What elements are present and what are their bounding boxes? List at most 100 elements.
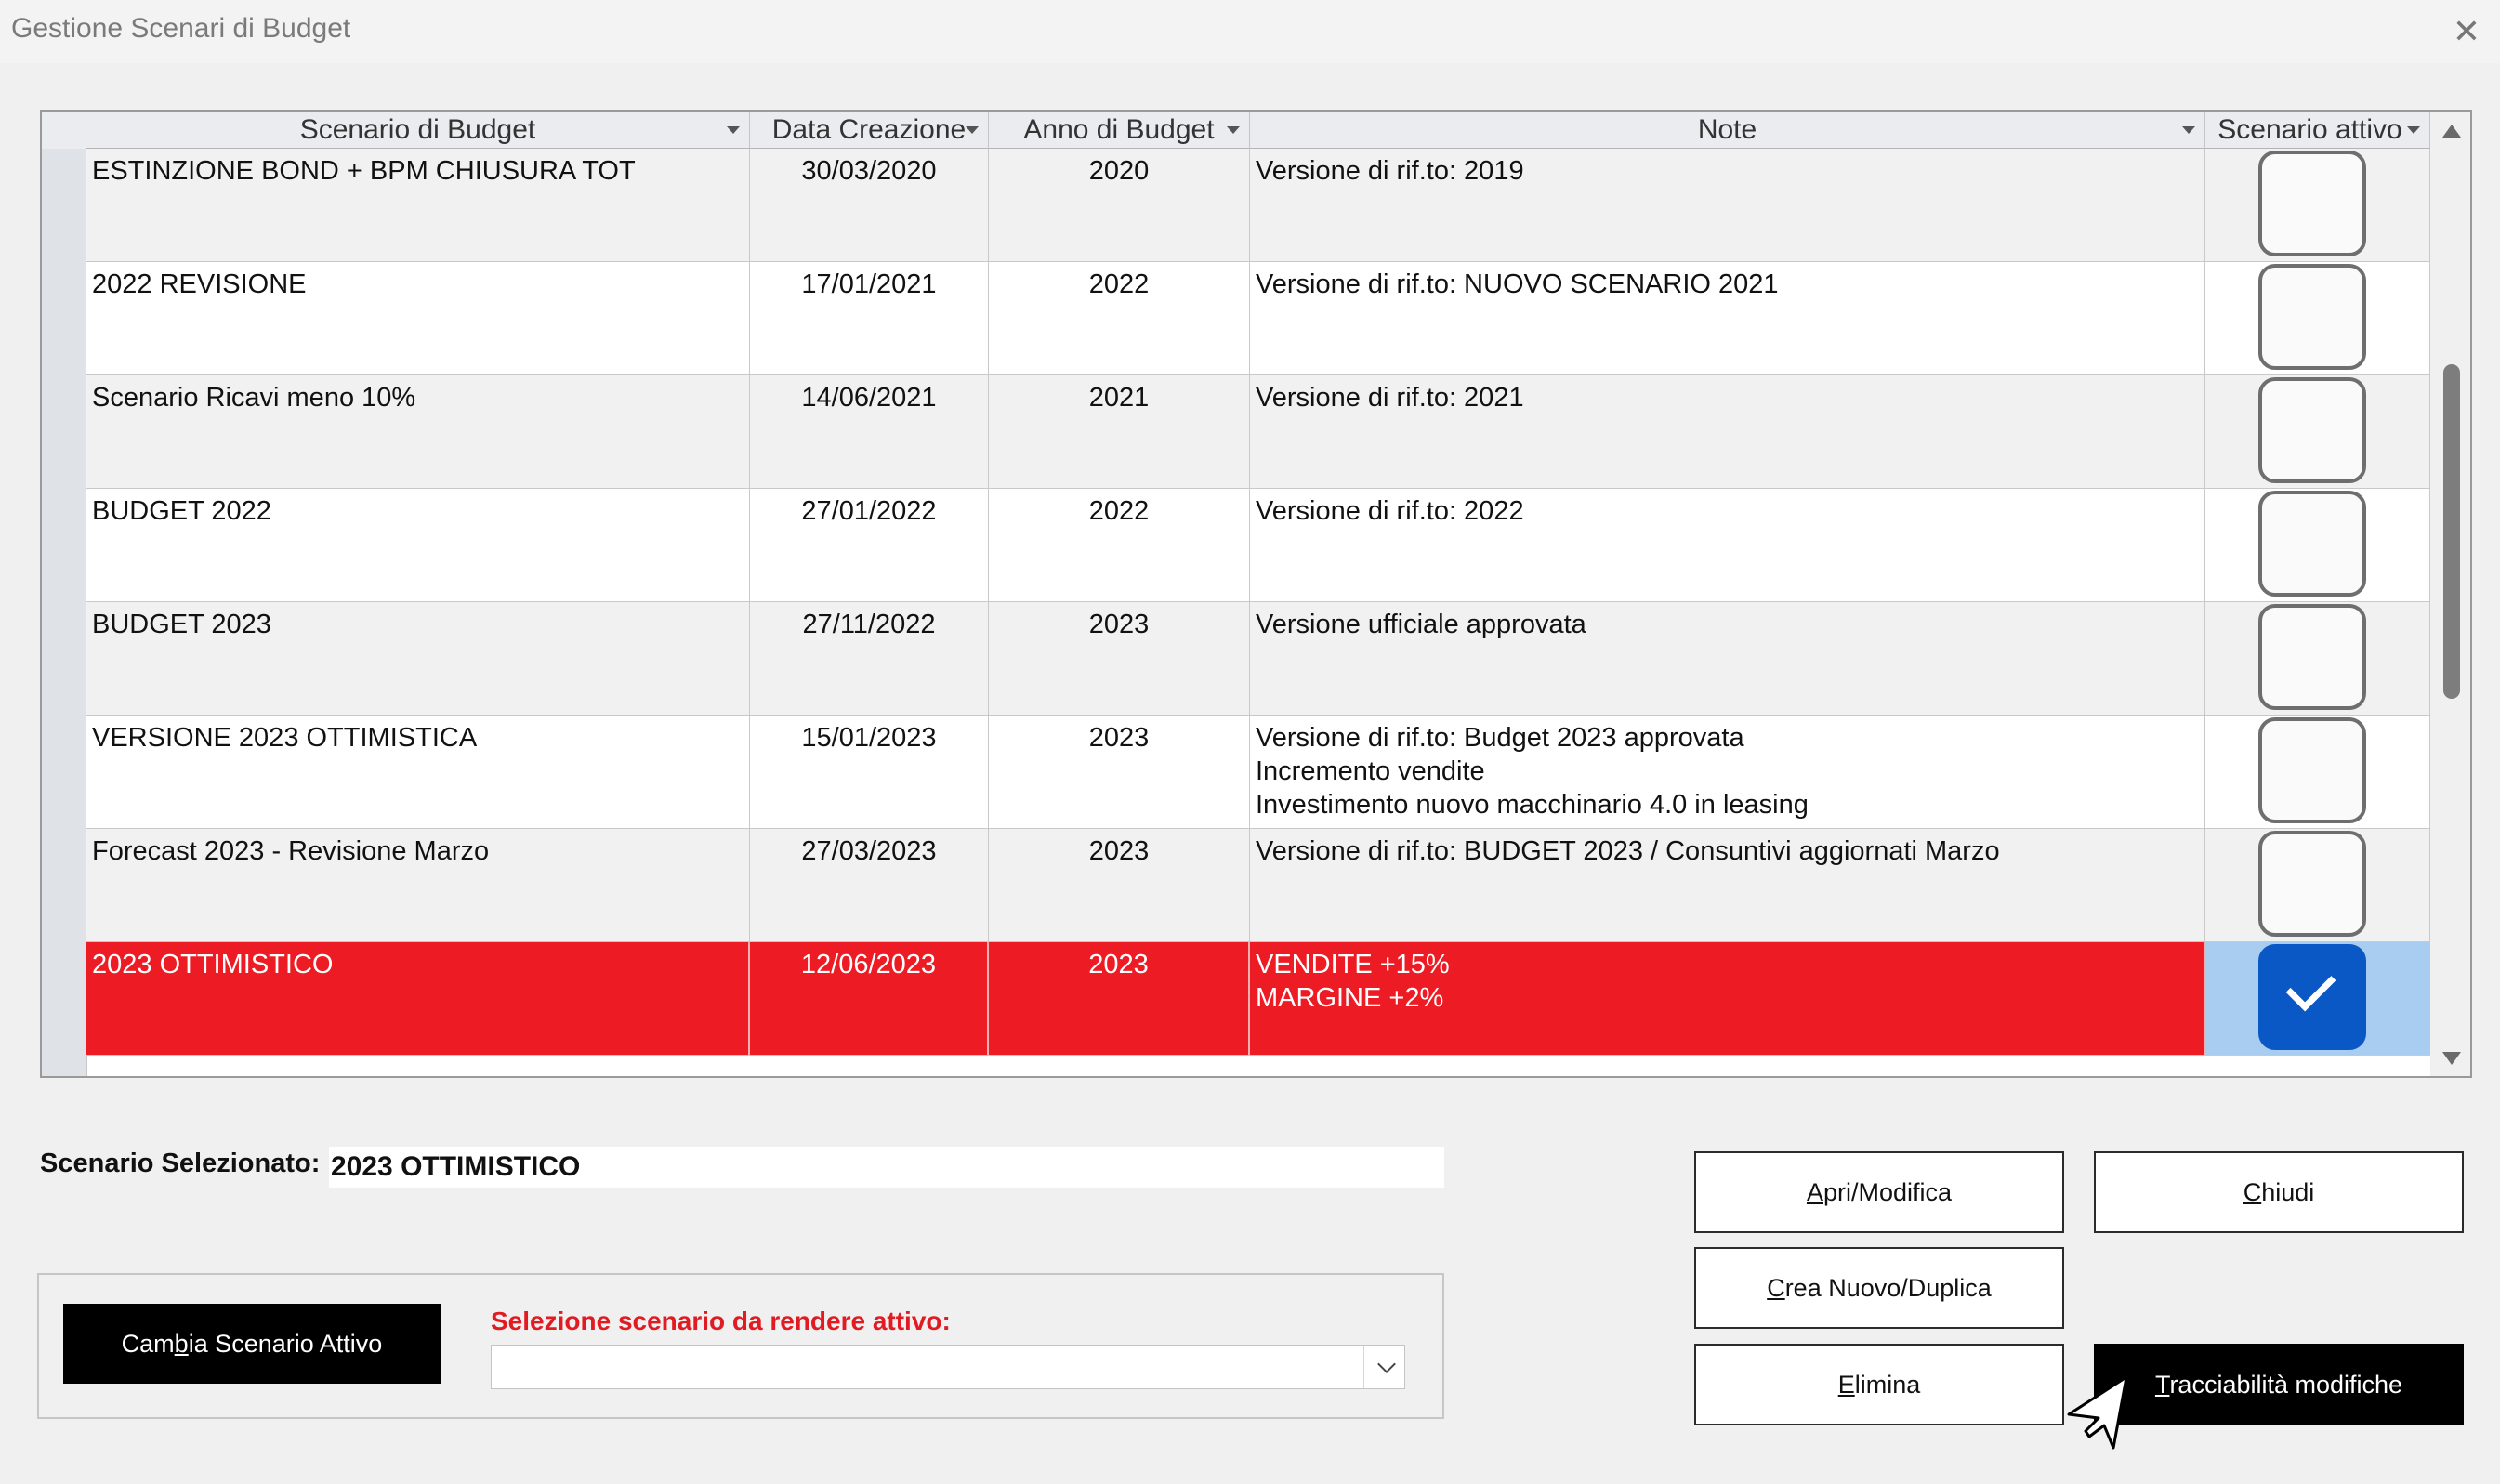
button-label-part: limina xyxy=(1854,1371,1921,1399)
vertical-scrollbar[interactable] xyxy=(2430,112,2470,1076)
column-header-scenario[interactable]: Scenario di Budget xyxy=(86,112,750,149)
cell-anno[interactable]: 2023 xyxy=(989,716,1250,828)
cell-scenario[interactable]: Forecast 2023 - Revisione Marzo xyxy=(86,829,750,941)
row-selector-column[interactable] xyxy=(42,149,87,1076)
table-row[interactable]: VERSIONE 2023 OTTIMISTICA 15/01/2023 2023 V… xyxy=(86,716,2430,829)
filter-arrow-icon[interactable] xyxy=(1227,126,1240,134)
cell-scenario[interactable]: VERSIONE 2023 OTTIMISTICA xyxy=(86,716,750,828)
scenario-attivo-checkbox[interactable] xyxy=(2258,717,2366,823)
cell-scenario-attivo xyxy=(2205,942,2430,1055)
cell-data-creazione[interactable]: 27/01/2022 xyxy=(750,489,989,601)
cell-scenario[interactable]: 2023 OTTIMISTICO xyxy=(86,942,750,1055)
scenario-attivo-checkbox[interactable] xyxy=(2258,264,2366,370)
column-header-label: Scenario attivo xyxy=(2217,114,2402,145)
cell-note[interactable]: Versione di rif.to: Budget 2023 approvat… xyxy=(1250,716,2205,828)
cell-anno[interactable]: 2021 xyxy=(989,375,1250,488)
table-row[interactable]: Scenario Ricavi meno 10% 14/06/2021 2021 Ve… xyxy=(86,375,2430,489)
cell-anno[interactable]: 2022 xyxy=(989,489,1250,601)
scroll-thumb[interactable] xyxy=(2443,364,2460,699)
scenario-attivo-checkbox[interactable] xyxy=(2258,831,2366,937)
cell-anno[interactable]: 2023 xyxy=(989,942,1250,1055)
cell-data-creazione[interactable]: 17/01/2021 xyxy=(750,262,989,374)
cell-scenario[interactable]: Scenario Ricavi meno 10% xyxy=(86,375,750,488)
cell-data-creazione[interactable]: 27/03/2023 xyxy=(750,829,989,941)
scenario-attivo-checkbox[interactable] xyxy=(2258,944,2366,1050)
scenarios-grid: Scenario di Budget Data Creazione Anno d… xyxy=(40,110,2472,1078)
cambia-scenario-attivo-button[interactable]: Cambia Scenario Attivo xyxy=(63,1304,441,1384)
window-title: Gestione Scenari di Budget xyxy=(11,13,351,44)
cell-anno[interactable]: 2022 xyxy=(989,262,1250,374)
cell-note[interactable]: Versione di rif.to: NUOVO SCENARIO 2021 xyxy=(1250,262,2205,374)
select-active-scenario-label: Selezione scenario da rendere attivo: xyxy=(491,1307,951,1335)
button-label-part: Cam xyxy=(121,1330,175,1358)
cell-scenario[interactable]: 2022 REVISIONE xyxy=(86,262,750,374)
filter-arrow-icon[interactable] xyxy=(966,126,979,134)
button-label-part: racciabilità modifiche xyxy=(2169,1371,2403,1399)
cell-scenario[interactable]: BUDGET 2023 xyxy=(86,602,750,715)
cell-note[interactable]: Versione di rif.to: 2019 xyxy=(1250,149,2205,261)
scenario-attivo-checkbox[interactable] xyxy=(2258,604,2366,710)
column-header-note[interactable]: Note xyxy=(1250,112,2205,149)
filter-arrow-icon[interactable] xyxy=(2407,126,2420,134)
cell-data-creazione[interactable]: 15/01/2023 xyxy=(750,716,989,828)
column-header-label: Scenario di Budget xyxy=(299,114,536,145)
table-row[interactable]: 2022 REVISIONE 17/01/2021 2022 Versione di … xyxy=(86,262,2430,375)
scroll-up-icon[interactable] xyxy=(2442,125,2461,138)
cell-data-creazione[interactable]: 14/06/2021 xyxy=(750,375,989,488)
title-bar: Gestione Scenari di Budget ✕ xyxy=(0,0,2500,63)
button-accelerator: b xyxy=(174,1330,189,1358)
button-accelerator: E xyxy=(1837,1371,1855,1399)
cell-scenario[interactable]: ESTINZIONE BOND + BPM CHIUSURA TOT xyxy=(86,149,750,261)
button-label-part: rea Nuovo/Duplica xyxy=(1784,1274,1992,1302)
table-row[interactable]: BUDGET 2023 27/11/2022 2023 Versione uffici… xyxy=(86,602,2430,716)
cell-note[interactable]: Versione di rif.to: 2021 xyxy=(1250,375,2205,488)
table-row[interactable]: ESTINZIONE BOND + BPM CHIUSURA TOT 30/03/… xyxy=(86,149,2430,262)
button-label-part: pri/Modifica xyxy=(1822,1178,1953,1206)
selected-scenario-value: 2023 OTTIMISTICO xyxy=(329,1147,1444,1188)
scenario-attivo-checkbox[interactable] xyxy=(2258,491,2366,597)
cell-scenario-attivo xyxy=(2205,829,2430,941)
chiudi-button[interactable]: Chiudi xyxy=(2094,1151,2464,1233)
table-row[interactable]: BUDGET 2022 27/01/2022 2022 Versione di rif… xyxy=(86,489,2430,602)
table-row[interactable]: Forecast 2023 - Revisione Marzo 27/03/202… xyxy=(86,829,2430,942)
scroll-down-icon[interactable] xyxy=(2442,1052,2461,1065)
cell-note[interactable]: VENDITE +15% MARGINE +2% xyxy=(1250,942,2205,1055)
close-icon[interactable]: ✕ xyxy=(2446,11,2487,52)
cell-scenario-attivo xyxy=(2205,375,2430,488)
elimina-button[interactable]: Elimina xyxy=(1694,1344,2064,1425)
grid-header-corner xyxy=(42,112,87,150)
filter-arrow-icon[interactable] xyxy=(727,126,740,134)
chevron-down-icon[interactable] xyxy=(1377,1355,1396,1373)
scenario-attivo-checkbox[interactable] xyxy=(2258,151,2366,256)
cell-data-creazione[interactable]: 12/06/2023 xyxy=(750,942,989,1055)
cell-note[interactable]: Versione ufficiale approvata xyxy=(1250,602,2205,715)
cell-anno[interactable]: 2020 xyxy=(989,149,1250,261)
column-header-attivo[interactable]: Scenario attivo xyxy=(2205,112,2430,149)
column-header-label: Data Creazione xyxy=(771,114,967,145)
button-accelerator: C xyxy=(2243,1178,2262,1206)
column-header-data[interactable]: Data Creazione xyxy=(750,112,989,149)
cell-note[interactable]: Versione di rif.to: BUDGET 2023 / Consun… xyxy=(1250,829,2205,941)
cell-anno[interactable]: 2023 xyxy=(989,602,1250,715)
button-label-part: ia Scenario Attivo xyxy=(188,1330,383,1358)
tracciabilita-modifiche-button[interactable]: Tracciabilità modifiche xyxy=(2094,1344,2464,1425)
filter-arrow-icon[interactable] xyxy=(2182,126,2195,134)
cell-scenario-attivo xyxy=(2205,149,2430,261)
cell-scenario-attivo xyxy=(2205,489,2430,601)
button-accelerator: A xyxy=(1806,1178,1823,1206)
cell-data-creazione[interactable]: 27/11/2022 xyxy=(750,602,989,715)
crea-nuovo-duplica-button[interactable]: Crea Nuovo/Duplica xyxy=(1694,1247,2064,1329)
button-label-part: hiudi xyxy=(2261,1178,2315,1206)
table-row[interactable]: 2023 OTTIMISTICO 12/06/2023 2023 VENDITE +1… xyxy=(86,942,2430,1056)
button-accelerator: C xyxy=(1767,1274,1785,1302)
cell-data-creazione[interactable]: 30/03/2020 xyxy=(750,149,989,261)
mouse-cursor-icon xyxy=(2067,1375,2128,1450)
button-accelerator: T xyxy=(2154,1371,2170,1399)
apri-modifica-button[interactable]: Apri/Modifica xyxy=(1694,1151,2064,1233)
active-scenario-select[interactable] xyxy=(491,1345,1405,1389)
cell-note[interactable]: Versione di rif.to: 2022 xyxy=(1250,489,2205,601)
scenario-attivo-checkbox[interactable] xyxy=(2258,377,2366,483)
column-header-anno[interactable]: Anno di Budget xyxy=(989,112,1250,149)
cell-scenario[interactable]: BUDGET 2022 xyxy=(86,489,750,601)
cell-anno[interactable]: 2023 xyxy=(989,829,1250,941)
